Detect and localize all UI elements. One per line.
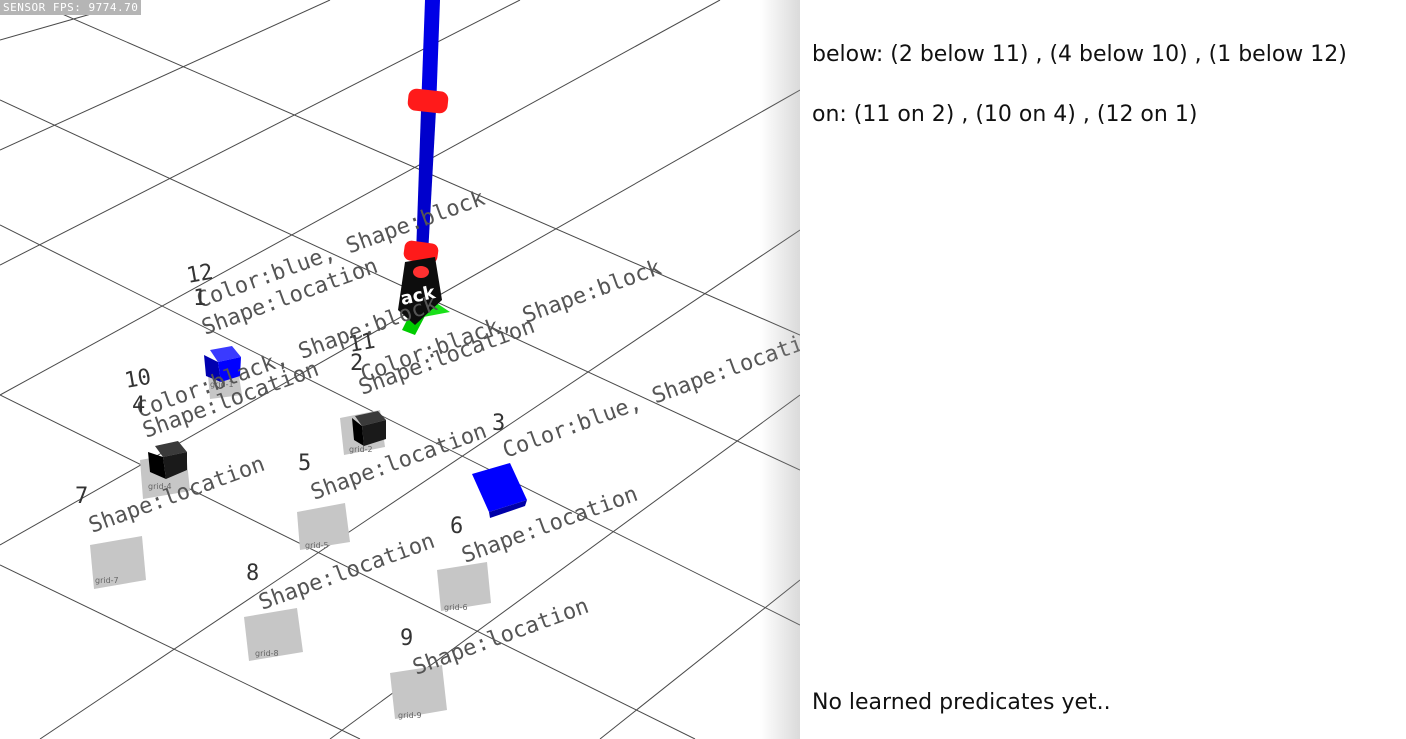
grid-tag: grid-5 bbox=[305, 541, 329, 550]
object-id-7: 7 bbox=[75, 484, 88, 509]
object-id-10: 10 bbox=[123, 365, 153, 394]
grid-tag: grid-6 bbox=[444, 603, 468, 612]
simulation-viewport[interactable]: grid-1 grid-2 grid-4 grid-5 grid-6 grid-… bbox=[0, 0, 800, 739]
scene-3d: grid-1 grid-2 grid-4 grid-5 grid-6 grid-… bbox=[0, 0, 800, 739]
object-id-6: 6 bbox=[450, 514, 463, 539]
object-id-4: 4 bbox=[132, 393, 145, 418]
grid-tag: grid-7 bbox=[95, 576, 119, 585]
grid-tag: grid-2 bbox=[349, 445, 373, 454]
grid-tag: grid-8 bbox=[255, 649, 279, 658]
object-id-3: 3 bbox=[492, 411, 505, 436]
predicate-panel: below: (2 below 11) , (4 below 10) , (1 … bbox=[800, 0, 1406, 739]
viewport-edge-shade bbox=[760, 0, 800, 739]
learned-predicates-status: No learned predicates yet.. bbox=[812, 690, 1111, 715]
grid-tag: grid-9 bbox=[398, 711, 422, 720]
robot-arm: ack bbox=[398, 0, 450, 335]
object-labels: 12 Color:blue, Shape:block 1 Shape:locat… bbox=[75, 186, 800, 681]
on-predicates: on: (11 on 2) , (10 on 4) , (12 on 1) bbox=[812, 102, 1198, 127]
object-id-9: 9 bbox=[400, 626, 413, 651]
sensor-fps-readout: SENSOR FPS: 9774.70 bbox=[0, 0, 142, 15]
object-desc-5: Shape:location bbox=[308, 419, 491, 506]
object-id-2: 2 bbox=[350, 351, 363, 376]
object-desc-9: Shape:location bbox=[410, 594, 593, 681]
object-id-8: 8 bbox=[246, 561, 259, 586]
object-id-5: 5 bbox=[298, 451, 311, 476]
object-desc-12: Color:blue, Shape:block bbox=[194, 186, 489, 314]
below-predicates: below: (2 below 11) , (4 below 10) , (1 … bbox=[812, 42, 1347, 67]
object-id-1: 1 bbox=[193, 286, 206, 311]
object-desc-3: Color:blue, Shape:location bbox=[500, 322, 800, 463]
